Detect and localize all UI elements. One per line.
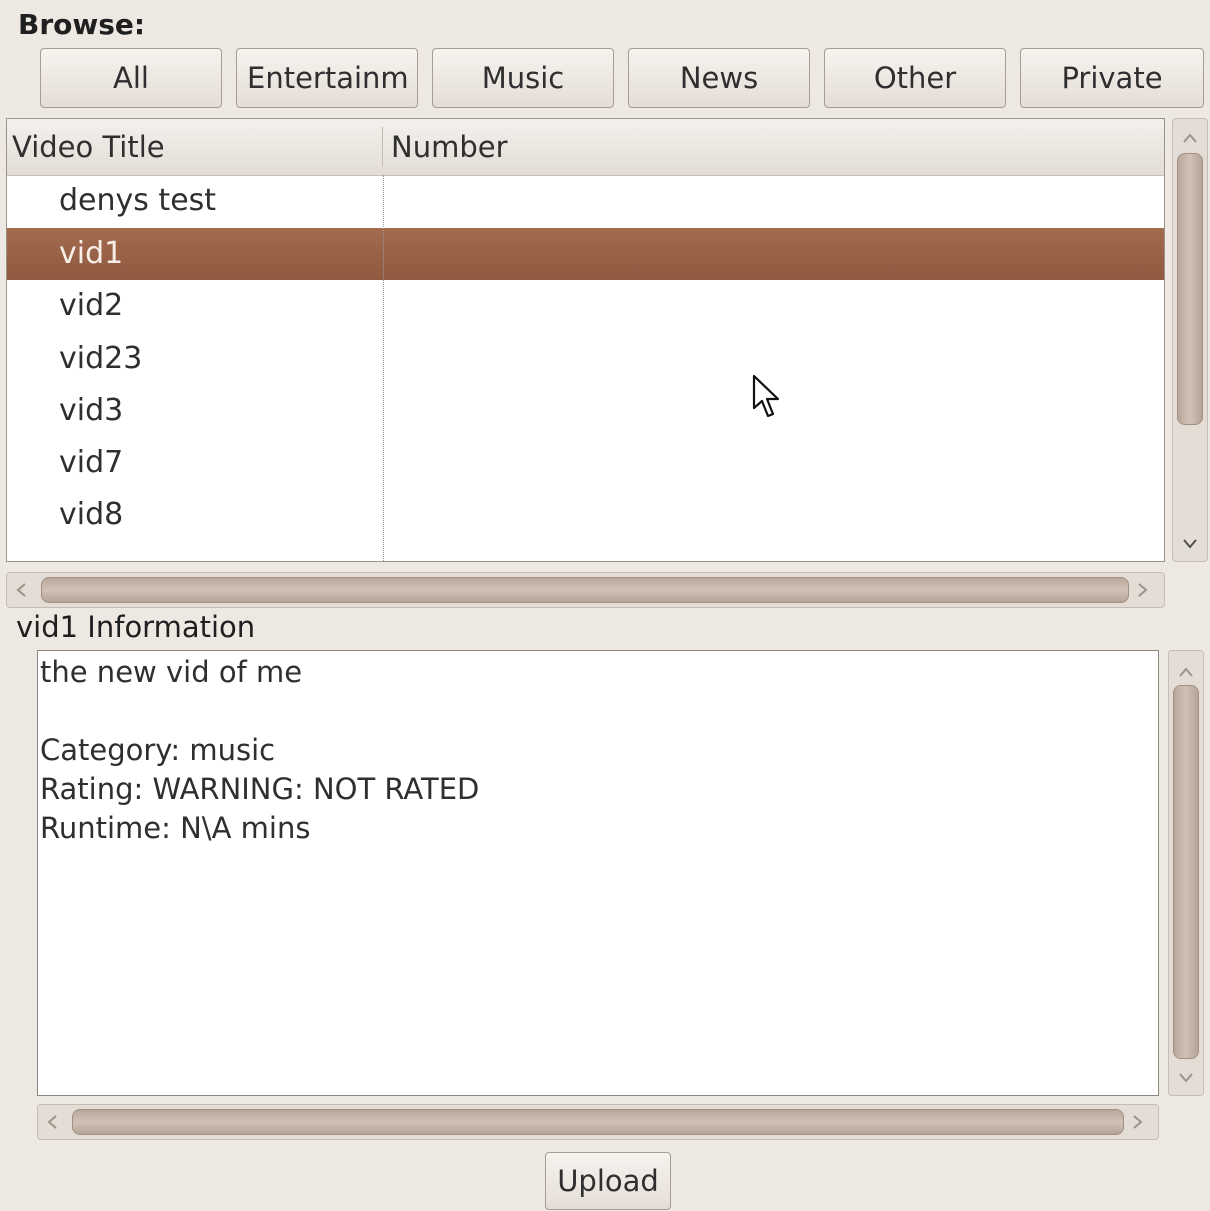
chevron-left-icon[interactable] <box>15 581 27 601</box>
info-category: Category: music <box>40 733 276 767</box>
category-private-button[interactable]: Private <box>1020 48 1204 108</box>
column-header-number[interactable]: Number <box>391 119 508 175</box>
list-item-title: vid7 <box>59 445 124 480</box>
column-separator <box>382 127 383 167</box>
list-item-selected[interactable]: vid1 <box>7 228 1164 280</box>
list-item[interactable]: vid7 <box>7 437 1164 489</box>
scrollbar-thumb[interactable] <box>41 577 1129 603</box>
chevron-up-icon[interactable] <box>1182 127 1198 147</box>
chevron-right-icon[interactable] <box>1137 581 1149 601</box>
category-news-button[interactable]: News <box>628 48 810 108</box>
list-item[interactable]: denys test <box>7 175 1164 227</box>
list-item[interactable]: vid8 <box>7 489 1164 541</box>
list-item-title: vid23 <box>59 341 143 376</box>
list-item-title: vid8 <box>59 497 124 532</box>
info-vertical-scrollbar[interactable] <box>1168 650 1204 1096</box>
info-runtime: Runtime: N\A mins <box>40 811 311 845</box>
column-header-video-title[interactable]: Video Title <box>12 119 165 175</box>
info-textview[interactable]: the new vid of me Category: music Rating… <box>37 650 1159 1096</box>
category-entertainment-button[interactable]: Entertainm <box>236 48 418 108</box>
list-item-title: denys test <box>59 183 217 218</box>
list-item-partial[interactable] <box>7 541 1164 561</box>
video-list-vertical-scrollbar[interactable] <box>1172 118 1208 562</box>
list-item[interactable]: vid3 <box>7 385 1164 437</box>
list-item-title: vid3 <box>59 393 124 428</box>
info-description: the new vid of me <box>40 655 303 689</box>
info-blank-line <box>40 692 1156 731</box>
info-horizontal-scrollbar[interactable] <box>37 1104 1159 1140</box>
scrollbar-thumb[interactable] <box>1177 153 1203 425</box>
video-list-header: Video Title Number <box>7 119 1164 176</box>
mouse-pointer-icon <box>752 374 782 426</box>
info-title: vid1 Information <box>16 610 256 644</box>
scrollbar-thumb[interactable] <box>72 1109 1124 1135</box>
category-music-button[interactable]: Music <box>432 48 614 108</box>
chevron-up-icon[interactable] <box>1178 661 1194 681</box>
browse-label: Browse: <box>18 8 146 41</box>
chevron-down-icon[interactable] <box>1178 1067 1194 1087</box>
list-item-title: vid1 <box>59 236 124 271</box>
column-divider <box>383 175 384 561</box>
list-item[interactable]: vid2 <box>7 280 1164 332</box>
video-list[interactable]: Video Title Number denys test vid1 vid2 … <box>6 118 1165 562</box>
scrollbar-thumb[interactable] <box>1173 685 1199 1059</box>
category-other-button[interactable]: Other <box>824 48 1006 108</box>
upload-button[interactable]: Upload <box>545 1152 671 1210</box>
chevron-left-icon[interactable] <box>46 1113 58 1133</box>
category-all-button[interactable]: All <box>40 48 222 108</box>
list-item[interactable]: vid23 <box>7 333 1164 385</box>
video-list-horizontal-scrollbar[interactable] <box>6 572 1165 608</box>
chevron-down-icon[interactable] <box>1182 533 1198 553</box>
chevron-right-icon[interactable] <box>1132 1113 1144 1133</box>
list-item-title: vid2 <box>59 288 124 323</box>
info-rating: Rating: WARNING: NOT RATED <box>40 772 480 806</box>
